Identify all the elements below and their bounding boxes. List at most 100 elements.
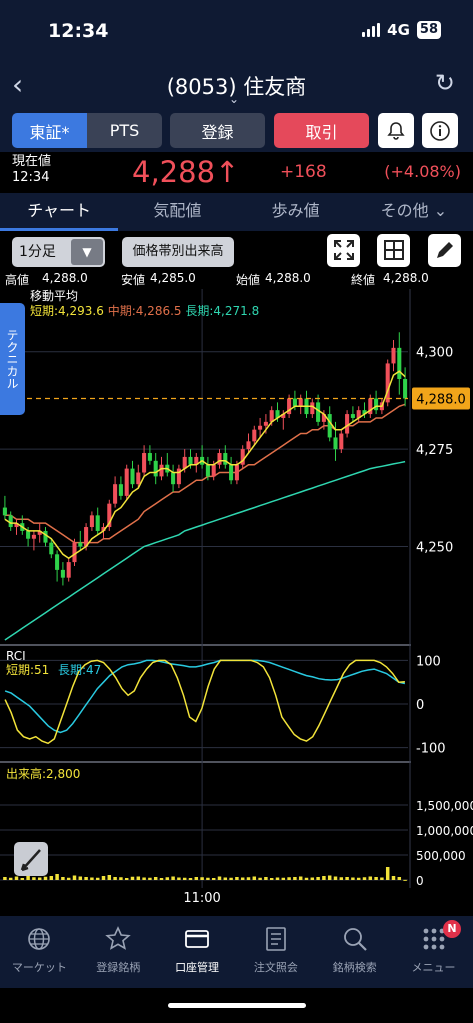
trade-button[interactable]: 取引 bbox=[274, 113, 369, 148]
layout-grid-icon[interactable] bbox=[377, 234, 410, 267]
volume-bar bbox=[113, 877, 117, 880]
volume-bar bbox=[130, 876, 135, 880]
volume-bar bbox=[61, 877, 65, 880]
home-indicator bbox=[168, 1003, 306, 1008]
candle-body bbox=[252, 429, 257, 442]
volume-bar bbox=[159, 878, 164, 880]
candle-body bbox=[31, 534, 36, 539]
nav-account[interactable]: 口座管理 bbox=[158, 916, 237, 988]
nav-watchlist-label: 登録銘柄 bbox=[96, 961, 141, 974]
price-tick-label: 4,250 bbox=[416, 541, 453, 556]
volume-bar bbox=[188, 878, 193, 880]
tab-bar: チャート 気配値 歩み値 その他 ⌄ bbox=[0, 193, 473, 231]
volume-bar bbox=[333, 876, 338, 880]
info-icon[interactable] bbox=[422, 113, 458, 148]
register-button[interactable]: 登録 bbox=[170, 113, 265, 148]
volume-bar bbox=[275, 877, 280, 880]
candle-body bbox=[136, 472, 141, 485]
fullscreen-icon[interactable] bbox=[327, 234, 360, 267]
globe-icon bbox=[0, 926, 79, 959]
nav-watchlist[interactable]: 登録銘柄 bbox=[79, 916, 158, 988]
quote-panel: 現在値 12:34 4,288↑ +168 (+4.08%) bbox=[0, 152, 473, 192]
pencil-icon[interactable] bbox=[428, 234, 461, 267]
volume-bar bbox=[339, 877, 344, 880]
nav-market[interactable]: マーケット bbox=[0, 916, 79, 988]
market-pts-button[interactable]: PTS bbox=[87, 113, 162, 148]
candle-body bbox=[89, 515, 94, 528]
candle-body bbox=[316, 402, 321, 422]
interval-select[interactable]: 1分足 ▼ bbox=[12, 237, 105, 267]
candle-body bbox=[345, 414, 350, 434]
volume-bar bbox=[142, 877, 146, 880]
volume-bar bbox=[119, 877, 123, 880]
nav-menu[interactable]: N メニュー bbox=[394, 916, 473, 988]
volume-bar bbox=[287, 877, 291, 880]
technical-button[interactable]: テクニカル bbox=[0, 303, 25, 415]
up-arrow-icon: ↑ bbox=[215, 155, 240, 189]
volume-bar bbox=[43, 876, 48, 880]
candle-body bbox=[333, 437, 338, 450]
refresh-icon[interactable]: ↻ bbox=[435, 69, 455, 97]
card-icon bbox=[158, 926, 237, 959]
candle-body bbox=[211, 464, 216, 477]
network-label: 4G bbox=[387, 21, 410, 39]
candle-body bbox=[2, 507, 7, 516]
volume-bar bbox=[49, 876, 54, 880]
volume-bar bbox=[217, 876, 222, 880]
nav-search[interactable]: 銘柄検索 bbox=[315, 916, 394, 988]
volume-bar bbox=[3, 877, 7, 880]
chart-area[interactable]: 4,3004,2754,25011:004,288.01000-100RCI短期… bbox=[0, 289, 473, 915]
price-band-volume-button[interactable]: 価格帯別出来高 bbox=[122, 237, 234, 267]
volume-bar bbox=[385, 867, 390, 880]
volume-bar bbox=[182, 877, 187, 880]
high-label: 高値 bbox=[5, 273, 30, 287]
bell-icon[interactable] bbox=[378, 113, 414, 148]
battery-icon: 58 bbox=[416, 21, 441, 39]
market-tosho-button[interactable]: 東証* bbox=[12, 113, 87, 148]
candle-body bbox=[95, 515, 100, 531]
volume-bar bbox=[246, 877, 251, 880]
volume-tick-label: 1,500,000 bbox=[416, 799, 473, 813]
ma-legend: 移動平均 短期:4,293.6 中期:4,286.5 長期:4,271.8 bbox=[30, 289, 259, 319]
tab-quotes[interactable]: 気配値 bbox=[118, 193, 236, 231]
grid-menu-icon bbox=[394, 926, 473, 959]
volume-bar bbox=[32, 877, 36, 880]
volume-bar bbox=[55, 874, 59, 880]
volume-bar bbox=[368, 876, 373, 880]
chevron-down-icon[interactable]: ⌄ bbox=[229, 92, 239, 106]
star-icon bbox=[79, 926, 158, 959]
volume-tick-label: 1,000,000 bbox=[416, 824, 473, 838]
candle-body bbox=[8, 515, 13, 528]
volume-bar bbox=[90, 877, 94, 880]
volume-bar bbox=[351, 877, 355, 880]
open-value: 4,288.0 bbox=[265, 271, 311, 285]
candle-body bbox=[43, 530, 48, 543]
volume-bar bbox=[223, 877, 228, 880]
volume-bar bbox=[194, 877, 199, 880]
candle-body bbox=[234, 464, 239, 481]
volume-bar bbox=[316, 877, 320, 880]
tab-other[interactable]: その他 ⌄ bbox=[355, 193, 473, 231]
ma-title: 移動平均 bbox=[30, 289, 79, 303]
volume-bar bbox=[240, 877, 245, 880]
volume-bar bbox=[235, 877, 239, 880]
candle-body bbox=[327, 414, 332, 438]
status-bar: 12:34 4G 58 bbox=[0, 0, 473, 60]
low-label: 安値 bbox=[121, 273, 146, 287]
status-indicators: 4G 58 bbox=[362, 21, 441, 39]
candle-body bbox=[350, 414, 355, 418]
volume-bar bbox=[72, 875, 77, 880]
candle-body bbox=[403, 379, 408, 399]
status-time: 12:34 bbox=[48, 20, 109, 42]
volume-bar bbox=[200, 877, 204, 880]
volume-bar bbox=[380, 877, 384, 880]
ma-short-value: 短期:4,293.6 bbox=[30, 304, 104, 318]
volume-bar bbox=[148, 877, 152, 880]
tab-chart[interactable]: チャート bbox=[0, 193, 119, 231]
volume-bar bbox=[84, 877, 88, 880]
nav-orders[interactable]: 注文照会 bbox=[236, 916, 315, 988]
rci-tick-label: 0 bbox=[416, 698, 424, 713]
candle-body bbox=[298, 398, 303, 407]
tab-trades[interactable]: 歩み値 bbox=[237, 193, 355, 231]
nav-orders-label: 注文照会 bbox=[253, 961, 298, 974]
